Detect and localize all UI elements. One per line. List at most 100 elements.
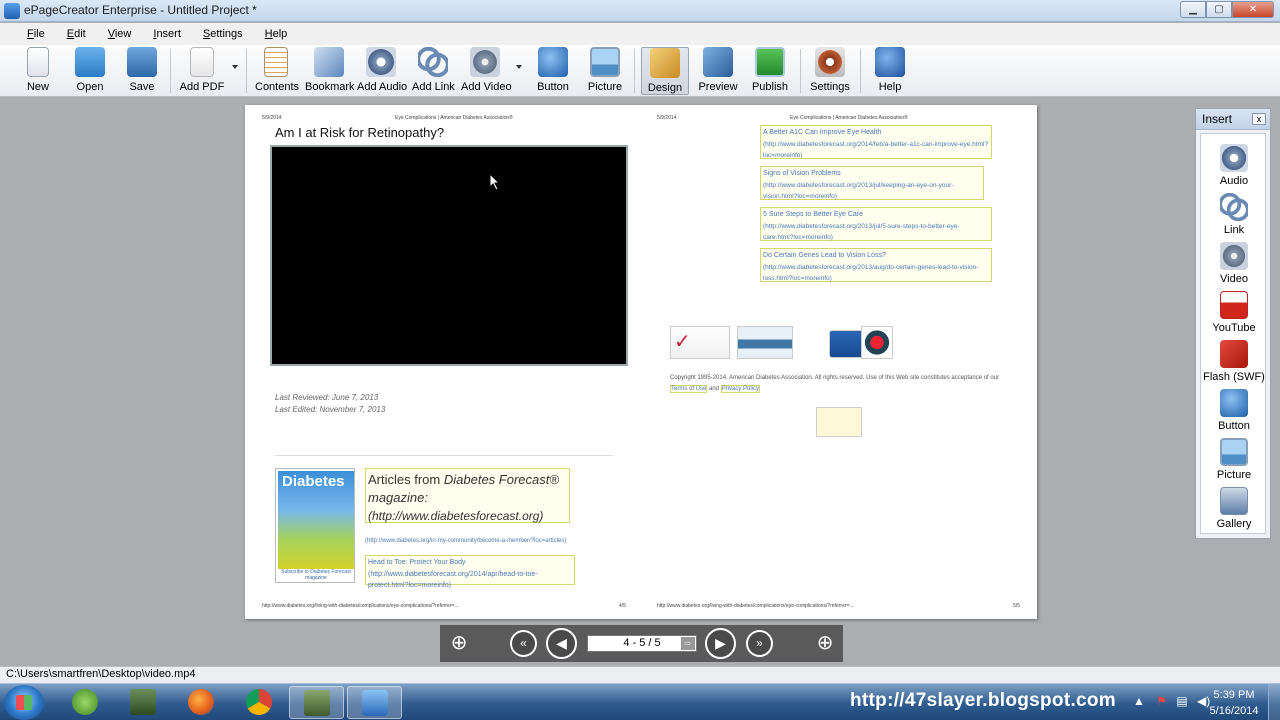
insert-youtube[interactable]: YouTube xyxy=(1201,291,1267,334)
contents-button[interactable]: Contents xyxy=(255,47,299,95)
insert-link[interactable]: Link xyxy=(1201,193,1267,236)
page-number-input[interactable]: 4 - 5 / 5 ⇨ xyxy=(587,635,697,652)
action-center-flag-icon[interactable]: ⚑ xyxy=(1156,694,1167,708)
taskbar-chrome[interactable] xyxy=(231,686,286,719)
link-box-a1c[interactable]: A Better A1C Can Improve Eye Health (htt… xyxy=(760,125,992,159)
status-bar: C:\Users\smartfren\Desktop\video.mp4 xyxy=(0,666,1280,683)
settings-button[interactable]: Settings xyxy=(809,47,851,95)
terms-link[interactable]: Terms of Use xyxy=(670,385,708,393)
folder-icon xyxy=(75,47,105,77)
open-button[interactable]: Open xyxy=(72,47,108,95)
button-tool[interactable]: Button xyxy=(535,47,571,95)
preview-icon xyxy=(703,47,733,77)
add-pdf-button[interactable]: Add PDF xyxy=(178,47,226,95)
floppy-icon xyxy=(127,47,157,77)
save-button[interactable]: Save xyxy=(124,47,160,95)
taskbar-firefox[interactable] xyxy=(173,686,228,719)
toolbar: New Open Save Add PDF Contents Bookmark … xyxy=(0,45,1280,97)
privacy-link[interactable]: Privacy Policy xyxy=(720,385,761,393)
video-reel-icon xyxy=(1220,242,1248,270)
add-link-button[interactable]: Add Link xyxy=(412,47,455,95)
insert-gallery[interactable]: Gallery xyxy=(1201,487,1267,530)
system-tray[interactable]: ▲ ⚑ ▤ ◀) xyxy=(1133,694,1210,708)
link-box-vision-signs[interactable]: Signs of Vision Problems (http://www.dia… xyxy=(760,166,984,200)
toolbar-separator xyxy=(800,49,801,93)
minimize-button[interactable]: ▁ xyxy=(1180,1,1206,18)
insert-video[interactable]: Video xyxy=(1201,242,1267,285)
maximize-button[interactable]: ▢ xyxy=(1206,1,1232,18)
link-box-eye-care[interactable]: 5 Sure Steps to Better Eye Care (http://… xyxy=(760,207,992,241)
video-player[interactable] xyxy=(270,145,628,366)
verisign-badge[interactable] xyxy=(670,326,730,359)
add-pdf-dropdown-arrow[interactable] xyxy=(232,65,238,69)
magazine-cover-image: Diabetes xyxy=(278,471,354,569)
right-footer-url: http://www.diabetes.org/living-with-diab… xyxy=(657,603,854,609)
go-arrow-icon[interactable]: ⇨ xyxy=(681,637,695,650)
picture-button[interactable]: Picture xyxy=(586,47,624,95)
publish-button[interactable]: Publish xyxy=(750,47,790,95)
taskbar-app-2[interactable] xyxy=(115,686,170,719)
insert-button[interactable]: Button xyxy=(1201,389,1267,432)
add-video-dropdown-arrow[interactable] xyxy=(516,65,522,69)
last-page-button[interactable]: » xyxy=(746,630,773,657)
insert-panel-close-button[interactable]: x xyxy=(1252,113,1266,125)
gallery-icon xyxy=(1220,487,1248,515)
toolbar-separator xyxy=(634,49,635,93)
menu-insert[interactable]: Insert xyxy=(153,28,181,40)
bookmark-button[interactable]: Bookmark xyxy=(305,47,355,95)
taskbar-epagecreator[interactable] xyxy=(347,686,402,719)
help-button[interactable]: Help xyxy=(873,47,907,95)
head-to-toe-link[interactable]: Head to Toe: Protect Your Body (http://w… xyxy=(365,555,575,589)
bbb-badge[interactable] xyxy=(737,326,793,359)
magazine-caption[interactable]: Subscribe to Diabetes Forecast magazine xyxy=(276,569,356,581)
design-pencil-icon xyxy=(650,48,680,78)
taskbar-media-app[interactable] xyxy=(57,686,112,719)
charity-seal-badge[interactable] xyxy=(861,326,893,359)
add-audio-button[interactable]: Add Audio xyxy=(357,47,407,95)
app-icon xyxy=(4,3,20,19)
insert-flash[interactable]: Flash (SWF) xyxy=(1201,340,1267,383)
link-icon xyxy=(418,47,448,77)
menu-settings[interactable]: Settings xyxy=(203,28,243,40)
close-button[interactable]: ✕ xyxy=(1232,1,1274,18)
zoom-in-icon[interactable]: ⊕ xyxy=(446,630,472,656)
link-box-genes[interactable]: Do Certain Genes Lead to Vision Loss? (h… xyxy=(760,248,992,282)
convio-badge[interactable] xyxy=(816,407,862,437)
help-question-icon xyxy=(875,47,905,77)
network-icon[interactable]: ▤ xyxy=(1176,694,1187,708)
show-desktop-button[interactable] xyxy=(1268,684,1280,720)
add-video-button[interactable]: Add Video xyxy=(461,47,512,95)
menu-edit[interactable]: Edit xyxy=(67,28,86,40)
menu-view[interactable]: View xyxy=(108,28,132,40)
left-footer-page: 4/5 xyxy=(619,603,626,609)
start-button[interactable] xyxy=(4,685,44,720)
insert-audio[interactable]: Audio xyxy=(1201,144,1267,187)
zoom-out-icon[interactable]: ⊕ xyxy=(812,630,838,656)
toolbar-separator xyxy=(246,49,247,93)
clock[interactable]: 5:39 PM 5/16/2014 xyxy=(1208,687,1260,719)
insert-panel: Insert x Audio Link Video YouTube Flash … xyxy=(1195,108,1271,539)
new-button[interactable]: New xyxy=(20,47,56,95)
new-file-icon xyxy=(27,47,49,77)
right-header-site: Eye Complications | American Diabetes As… xyxy=(790,115,908,121)
show-hidden-icons-icon[interactable]: ▲ xyxy=(1133,694,1145,708)
left-header-date: 5/9/2014 xyxy=(262,115,282,121)
taskbar-app-5[interactable] xyxy=(289,686,344,719)
design-button[interactable]: Design xyxy=(641,47,689,95)
page-title: Am I at Risk for Retinopathy? xyxy=(275,125,445,140)
first-page-button[interactable]: « xyxy=(510,630,537,657)
magazine-cover[interactable]: Diabetes Subscribe to Diabetes Forecast … xyxy=(275,468,355,583)
prev-page-button[interactable]: ◀ xyxy=(546,628,577,659)
next-page-button[interactable]: ▶ xyxy=(705,628,736,659)
insert-panel-header: Insert x xyxy=(1196,109,1270,130)
community-link[interactable]: (http://www.diabetes.org/in-my-community… xyxy=(365,536,580,547)
insert-picture[interactable]: Picture xyxy=(1201,438,1267,481)
last-edited: Last Edited: November 7, 2013 xyxy=(275,405,386,414)
menu-file[interactable]: File xyxy=(27,28,45,40)
preview-button[interactable]: Preview xyxy=(697,47,739,95)
menu-help[interactable]: Help xyxy=(265,28,288,40)
articles-link-box[interactable]: Articles from Diabetes Forecast® magazin… xyxy=(365,468,570,523)
title-bar: ePageCreator Enterprise - Untitled Proje… xyxy=(0,0,1280,22)
menu-bar: File Edit View Insert Settings Help xyxy=(0,23,1280,45)
audio-icon xyxy=(366,47,396,77)
